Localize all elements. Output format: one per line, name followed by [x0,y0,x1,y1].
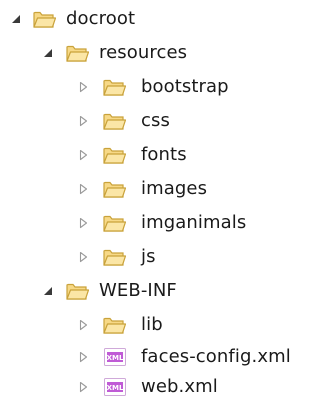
xml-file-icon: XML [104,378,126,396]
tree-node-label: lib [141,314,163,335]
tree-node-label: css [141,110,170,131]
tree-node-images[interactable]: images [0,174,220,204]
xml-file-icon: XML [104,348,126,366]
tree-node-label: docroot [66,8,136,29]
tree-node-label: images [141,178,208,199]
folder-icon [102,212,126,234]
tree-node-resources[interactable]: resources [0,38,220,68]
collapsed-twisty-icon[interactable] [76,350,90,364]
folder-icon [102,314,126,336]
tree-node-lib[interactable]: lib [0,310,180,340]
folder-icon [102,110,126,132]
tree-node-bootstrap[interactable]: bootstrap [0,72,250,102]
collapsed-twisty-icon[interactable] [76,216,90,230]
tree-node-label: imganimals [141,212,247,233]
tree-node-docroot[interactable]: docroot [0,4,150,34]
tree-node-label: faces-config.xml [141,346,291,367]
folder-icon [32,8,56,30]
expanded-twisty-icon[interactable] [9,12,23,26]
collapsed-twisty-icon[interactable] [76,114,90,128]
collapsed-twisty-icon[interactable] [76,380,90,394]
collapsed-twisty-icon[interactable] [76,80,90,94]
tree-node-label: resources [99,42,188,63]
tree-node-label: fonts [141,144,187,165]
folder-icon [65,280,89,302]
folder-icon [102,178,126,200]
tree-node-js[interactable]: js [0,242,180,272]
collapsed-twisty-icon[interactable] [76,148,90,162]
expanded-twisty-icon[interactable] [41,46,55,60]
tree-node-web-inf[interactable]: WEB-INF [0,276,200,306]
collapsed-twisty-icon[interactable] [76,250,90,264]
tree-node-label: WEB-INF [99,280,177,301]
tree-node-faces-config-xml[interactable]: XML faces-config.xml [0,342,306,372]
tree-node-label: bootstrap [141,76,229,97]
tree-node-fonts[interactable]: fonts [0,140,210,170]
svg-text:XML: XML [107,384,124,392]
folder-icon [102,246,126,268]
folder-icon [102,144,126,166]
tree-node-css[interactable]: css [0,106,190,136]
folder-icon [65,42,89,64]
svg-text:XML: XML [107,354,124,362]
expanded-twisty-icon[interactable] [41,284,55,298]
folder-icon [102,76,126,98]
collapsed-twisty-icon[interactable] [76,182,90,196]
tree-node-label: js [141,246,156,267]
collapsed-twisty-icon[interactable] [76,318,90,332]
tree-node-imganimals[interactable]: imganimals [0,208,270,238]
project-explorer-tree: docroot resources bootstrap css fonts im… [0,0,306,398]
